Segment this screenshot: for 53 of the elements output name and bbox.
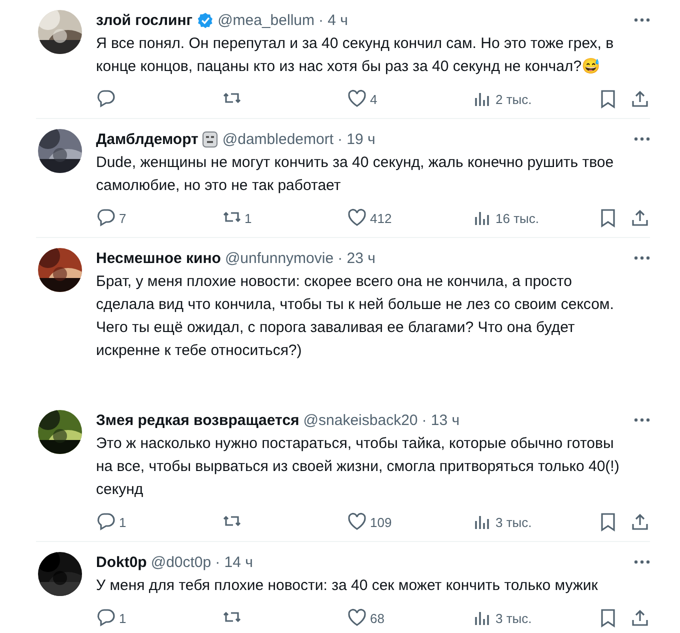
view-count: 3 тыс.: [496, 610, 532, 626]
reply-count: 7: [119, 210, 126, 226]
heart-icon[interactable]: [347, 512, 367, 532]
heart-icon[interactable]: [347, 208, 367, 228]
bookmark-icon[interactable]: [598, 208, 618, 228]
reply-icon[interactable]: [96, 608, 116, 628]
user-name[interactable]: Dokt0p: [96, 554, 147, 570]
bookmark-icon[interactable]: [598, 512, 618, 532]
post-time: · 14 ч: [215, 554, 253, 570]
more-icon[interactable]: [634, 560, 650, 564]
more-icon[interactable]: [634, 418, 650, 422]
reply-icon[interactable]: [96, 89, 116, 109]
like-count: 4: [370, 92, 378, 106]
post-text: Я все понял. Он перепутал и за 40 секунд кончил сам. Но это тоже грех, в конце концов, пацаны кто из нас хотя бы раз за 40 секунд не кончал?😅: [96, 34, 615, 77]
view-count: 3 тыс.: [496, 514, 532, 530]
like-count: 68: [370, 610, 384, 626]
post-text: У меня для тебя плохие новости: за 40 сек может кончить только мужик: [96, 576, 599, 596]
reply-icon[interactable]: [96, 512, 116, 532]
post-time: · 13 ч: [422, 412, 460, 428]
heart-icon[interactable]: [347, 608, 367, 628]
user-handle[interactable]: @unfunnymovie: [224, 250, 334, 266]
heart-icon[interactable]: [347, 89, 367, 109]
reply-icon[interactable]: [96, 208, 116, 228]
user-name[interactable]: Змея редкая возвращается: [96, 412, 300, 428]
share-icon[interactable]: [630, 608, 650, 628]
user-handle[interactable]: @snakeisback20: [303, 412, 418, 428]
view-count: 16 тыс.: [496, 210, 539, 226]
post-text: Брат, у меня плохие новости: скорее всего она не кончила, а просто сделала вид что кончила, чтобы ты к ней больше не лез со своим сексом. Чего ты ещё ожидал, с порога заваливая ее благами? Что она будет искренне к тебе относиться?): [96, 272, 615, 361]
more-icon[interactable]: [634, 137, 650, 141]
user-name[interactable]: Дамблдеморт: [96, 130, 198, 148]
bookmark-icon[interactable]: [598, 608, 618, 628]
bookmark-icon[interactable]: [598, 89, 618, 109]
share-icon[interactable]: [630, 512, 650, 532]
post-text: Dude, женщины не могут кончить за 40 секунд, жаль конечно рушить твое самолюбие, но это не так работает: [96, 153, 615, 196]
post-text: Это ж насколько нужно постараться, чтобы тайка, которые обычно готовы на все, чтобы вырваться из своей жизни, смогла притворяться только 40(!) секунд: [96, 434, 620, 500]
like-count: 109: [370, 514, 392, 530]
reply-count: 1: [119, 514, 126, 530]
user-handle[interactable]: @mea_bellum: [218, 12, 314, 28]
user-name[interactable]: злой гослинг: [96, 12, 193, 28]
user-handle[interactable]: @dambledemort: [222, 130, 334, 148]
post-time: · 23 ч: [338, 250, 376, 266]
post-time: · 4 ч: [318, 12, 348, 28]
share-icon[interactable]: [630, 89, 650, 109]
reply-count: 1: [119, 610, 126, 626]
post-time: · 19 ч: [338, 130, 376, 148]
more-icon[interactable]: [634, 256, 650, 260]
user-handle[interactable]: @d0ct0p: [150, 554, 212, 570]
more-icon[interactable]: [634, 18, 650, 22]
share-icon[interactable]: [630, 208, 650, 228]
repost-count: 1: [244, 210, 252, 226]
user-name[interactable]: Несмешное кино: [96, 250, 221, 266]
view-count: 2 тыс.: [496, 92, 532, 106]
like-count: 412: [370, 210, 392, 226]
